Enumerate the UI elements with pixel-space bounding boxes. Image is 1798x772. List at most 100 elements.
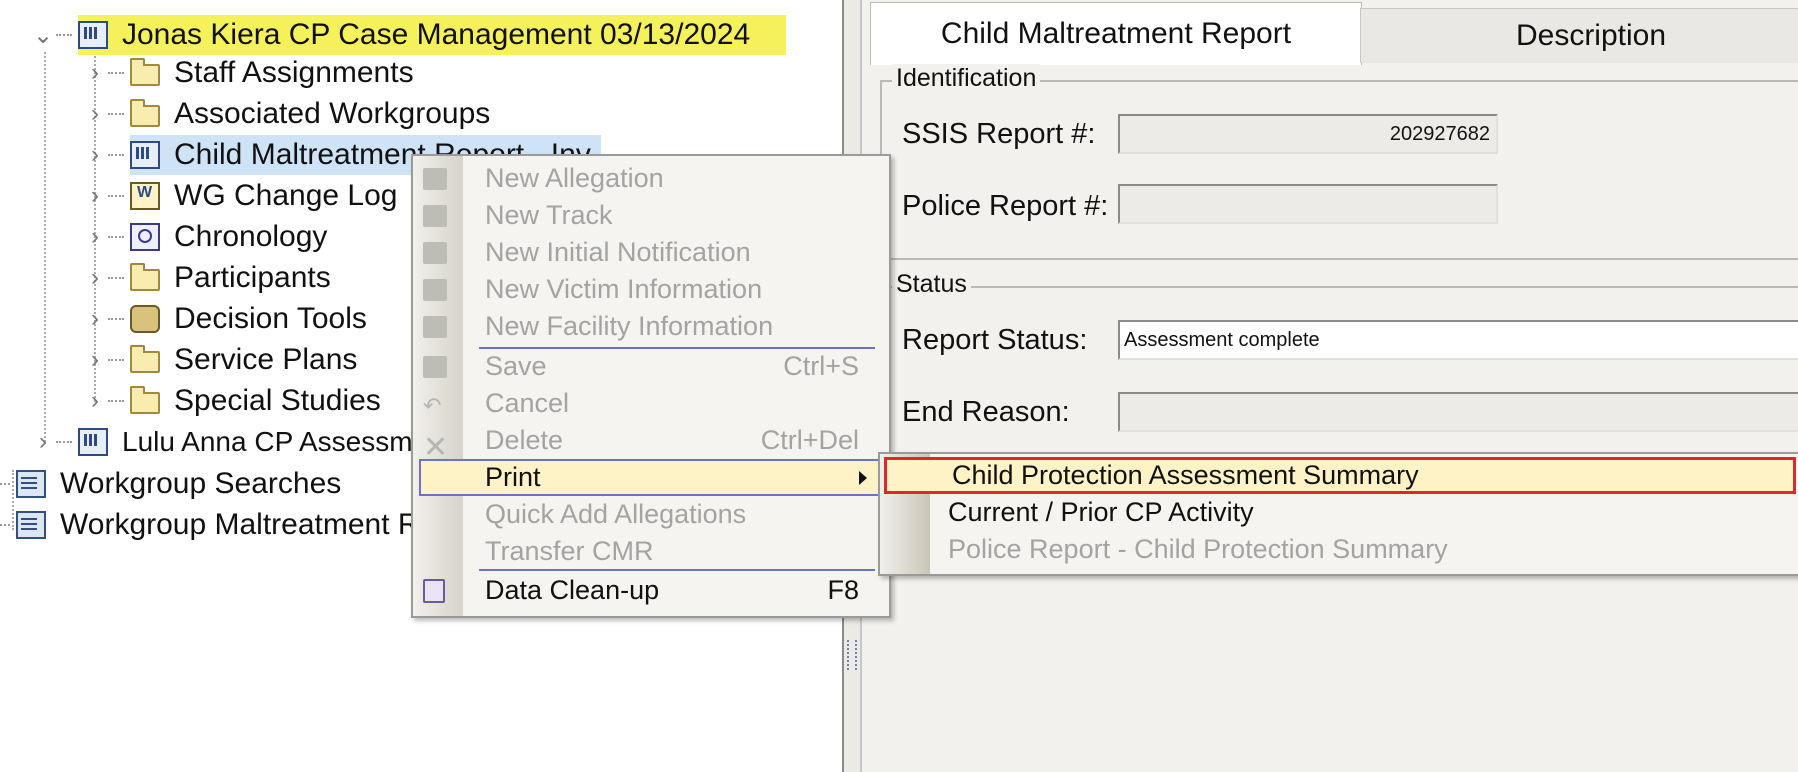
tree-node-label: Chronology: [174, 220, 328, 253]
tree-node-service-plans[interactable]: › Service Plans: [84, 337, 357, 383]
delete-icon: ✕: [423, 430, 449, 464]
menu-item-label: Current / Prior CP Activity: [948, 497, 1254, 527]
police-report-field[interactable]: [1118, 184, 1498, 224]
tree-node-label: Decision Tools: [174, 302, 367, 335]
menu-shortcut: Ctrl+Del: [760, 425, 859, 455]
menu-item-new-allegation[interactable]: New Allegation: [413, 160, 889, 197]
case-root-label: Jonas Kiera CP Case Management 03/13/202…: [122, 18, 751, 51]
tree-node-special-studies[interactable]: › Special Studies: [84, 378, 381, 424]
new-track-icon: [423, 204, 447, 227]
expand-chevron-icon[interactable]: ›: [84, 264, 106, 292]
menu-item-label: Cancel: [485, 388, 570, 418]
menu-item-new-initial-notification[interactable]: New Initial Notification: [413, 234, 889, 271]
report-status-value: Assessment complete: [1124, 328, 1320, 351]
submenu-item-cp-assessment-summary[interactable]: Child Protection Assessment Summary: [884, 457, 1796, 494]
search-icon: [16, 470, 46, 498]
menu-item-new-facility-information[interactable]: New Facility Information: [413, 308, 889, 345]
menu-item-print[interactable]: Print: [419, 459, 881, 496]
notification-icon: [423, 241, 447, 264]
splitter-grip-icon[interactable]: [847, 640, 857, 670]
folder-icon: [130, 58, 160, 86]
menu-item-label: New Facility Information: [485, 311, 774, 341]
status-group: Status: [880, 270, 1798, 460]
tree-node-label: Lulu Anna CP Assessment: [122, 426, 452, 457]
menu-item-cancel[interactable]: ↶ Cancel: [413, 385, 889, 422]
menu-item-label: Print: [485, 462, 541, 492]
tree-node-second-case[interactable]: › Lulu Anna CP Assessment: [32, 419, 451, 465]
police-report-label: Police Report #:: [902, 190, 1109, 222]
tab-child-maltreatment-report[interactable]: Child Maltreatment Report: [870, 2, 1362, 65]
menu-item-new-victim-information[interactable]: New Victim Information: [413, 271, 889, 308]
expand-chevron-icon[interactable]: ›: [32, 428, 54, 456]
undo-icon: ↶: [423, 392, 442, 418]
tree-node-workgroup-searches[interactable]: Workgroup Searches: [0, 461, 341, 507]
context-menu: New Allegation New Track New Initial Not…: [411, 154, 891, 618]
menu-item-label: Transfer CMR: [485, 536, 654, 566]
tree-node-decision-tools[interactable]: › Decision Tools: [84, 296, 367, 342]
end-reason-label: End Reason:: [902, 396, 1070, 428]
menu-shortcut: Ctrl+S: [783, 351, 859, 381]
menu-item-label: Data Clean-up: [485, 575, 660, 605]
menu-item-data-clean-up[interactable]: Data Clean-up F8: [413, 572, 889, 609]
tree-node-associated-workgroups[interactable]: › Associated Workgroups: [84, 91, 490, 137]
group-label: Identification: [892, 64, 1041, 93]
tree-node-participants[interactable]: › Participants: [84, 255, 331, 301]
expand-chevron-icon[interactable]: ›: [84, 223, 106, 251]
tree-node-label: Associated Workgroups: [174, 97, 491, 130]
folder-icon: [130, 263, 160, 291]
tree-node-wg-change-log[interactable]: › WG Change Log: [84, 173, 397, 219]
new-allegation-icon: [423, 167, 447, 190]
victim-icon: [423, 278, 447, 301]
tree-node-label: Staff Assignments: [174, 56, 414, 89]
report-status-field[interactable]: Assessment complete: [1118, 320, 1798, 360]
submenu-item-current-prior-cp-activity[interactable]: Current / Prior CP Activity: [880, 494, 1798, 531]
tree-node-label: Special Studies: [174, 384, 381, 417]
identification-group: Identification: [880, 64, 1798, 260]
expand-chevron-icon[interactable]: ›: [84, 59, 106, 87]
report-icon: [130, 141, 160, 169]
menu-item-label: New Initial Notification: [485, 237, 751, 267]
save-icon: [423, 355, 447, 378]
menu-item-label: Police Report - Child Protection Summary: [948, 534, 1448, 564]
tab-label: Description: [1515, 19, 1667, 52]
ssis-report-label: SSIS Report #:: [902, 118, 1096, 150]
report-status-label: Report Status:: [902, 324, 1088, 356]
expand-chevron-icon[interactable]: ›: [84, 141, 106, 169]
end-reason-field[interactable]: [1118, 392, 1798, 432]
menu-item-new-track[interactable]: New Track: [413, 197, 889, 234]
expand-chevron-icon[interactable]: ›: [84, 387, 106, 415]
tree-node-label: Workgroup Searches: [60, 467, 342, 500]
expand-chevron-icon[interactable]: ›: [84, 305, 106, 333]
expand-chevron-icon[interactable]: ›: [84, 346, 106, 374]
collapse-chevron-icon[interactable]: ⌄: [32, 21, 54, 50]
expand-chevron-icon[interactable]: ›: [84, 100, 106, 128]
menu-item-save[interactable]: Save Ctrl+S: [413, 348, 889, 385]
tree-node-staff-assignments[interactable]: › Staff Assignments: [84, 50, 414, 96]
expand-chevron-icon[interactable]: ›: [84, 182, 106, 210]
print-submenu: Child Protection Assessment Summary Curr…: [878, 452, 1798, 576]
group-label: Status: [892, 270, 971, 299]
folder-icon: [130, 99, 160, 127]
case-icon: [78, 21, 108, 49]
menu-item-delete[interactable]: ✕ Delete Ctrl+Del: [413, 422, 889, 464]
tab-description[interactable]: Description: [1360, 8, 1798, 63]
tree-node-label: WG Change Log: [174, 179, 398, 212]
search-icon: [16, 511, 46, 539]
submenu-item-police-report-cp-summary[interactable]: Police Report - Child Protection Summary: [880, 531, 1798, 568]
chronology-icon: [130, 223, 160, 251]
ssis-report-value: 202927682: [1389, 122, 1490, 145]
tools-icon: [130, 305, 160, 333]
facility-icon: [423, 315, 447, 338]
tree-node-chronology[interactable]: › Chronology: [84, 214, 327, 260]
ssis-report-field[interactable]: 202927682: [1118, 114, 1498, 154]
folder-icon: [130, 345, 160, 373]
report-panel: Child Maltreatment Report Description Id…: [862, 0, 1798, 772]
menu-item-quick-add-allegations[interactable]: Quick Add Allegations: [413, 496, 889, 533]
menu-item-label: New Allegation: [485, 163, 664, 193]
tab-label: Child Maltreatment Report: [940, 17, 1292, 50]
menu-item-label: New Victim Information: [485, 274, 763, 304]
menu-item-label: New Track: [485, 200, 613, 230]
tree-node-label: Participants: [174, 261, 331, 294]
menu-item-transfer-cmr[interactable]: Transfer CMR: [413, 533, 889, 570]
menu-item-label: Save: [485, 351, 547, 381]
